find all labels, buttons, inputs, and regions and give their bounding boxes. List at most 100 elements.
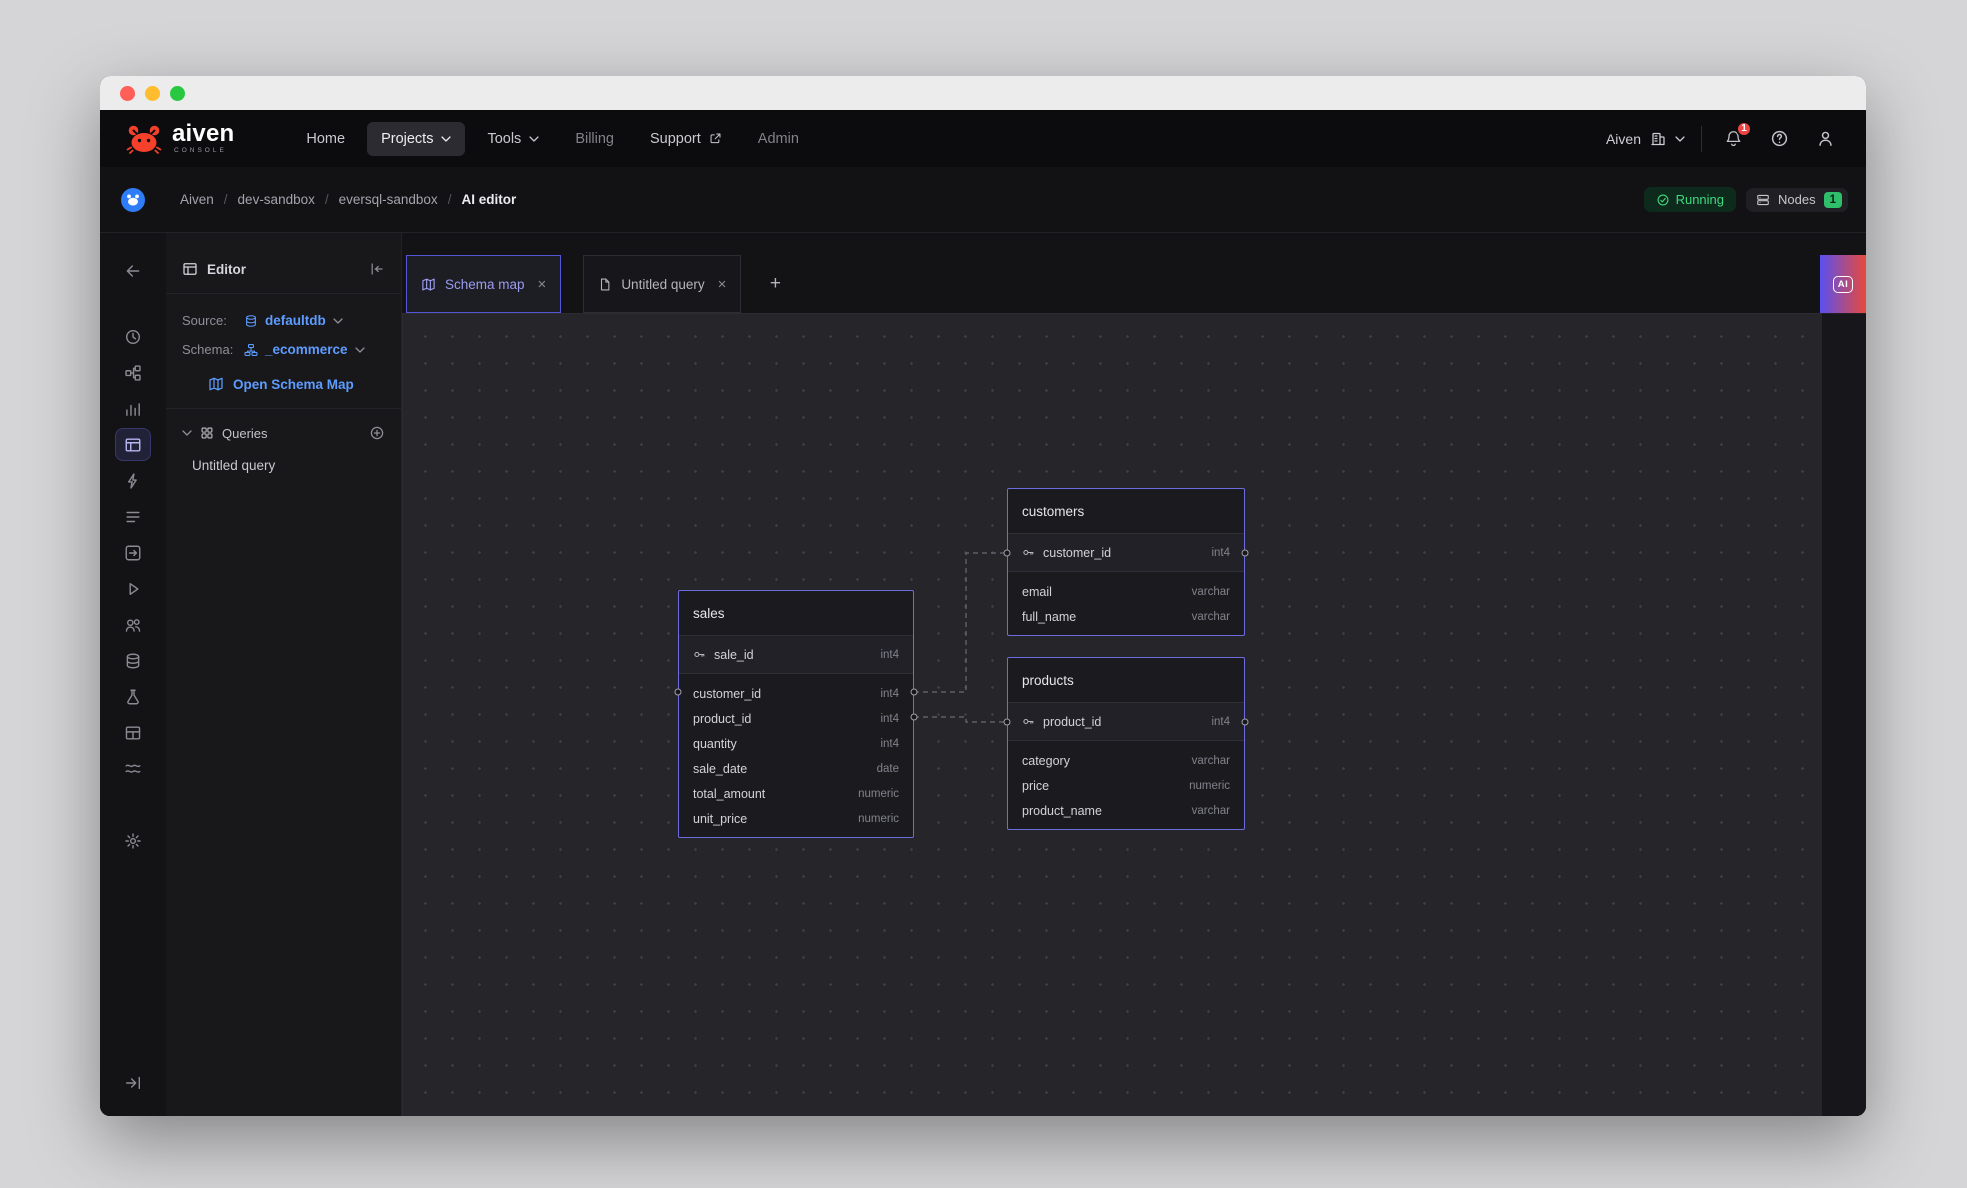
connection-handle[interactable]: [1004, 550, 1011, 557]
chevron-down-icon: [182, 430, 192, 436]
users-icon: [124, 616, 142, 634]
sidebar-icon-query[interactable]: [116, 573, 150, 604]
connection-handle[interactable]: [1004, 719, 1011, 726]
nav-item-admin[interactable]: Admin: [744, 122, 813, 156]
grid-icon: [200, 426, 214, 440]
maximize-window-button[interactable]: [170, 86, 185, 101]
column-name: category: [1022, 754, 1070, 768]
connection-handle[interactable]: [1242, 550, 1249, 557]
collapse-panel-button[interactable]: [369, 261, 385, 277]
help-button[interactable]: [1764, 124, 1794, 154]
connection-handle[interactable]: [911, 714, 918, 721]
breadcrumb-item[interactable]: eversql-sandbox: [339, 192, 438, 207]
column-type: varchar: [1192, 586, 1230, 598]
close-tab-icon[interactable]: ×: [538, 276, 547, 293]
ai-assistant-button[interactable]: AI: [1820, 255, 1866, 313]
open-schema-map-link[interactable]: Open Schema Map: [166, 372, 401, 392]
sidebar-icon-quick[interactable]: [116, 465, 150, 496]
status-badges: Running Nodes 1: [1644, 187, 1848, 212]
table-columns: email varchar full_name varchar: [1008, 572, 1244, 635]
table-pk-row: sale_id int4: [679, 636, 913, 674]
nodes-badge: Nodes 1: [1746, 188, 1848, 212]
close-tab-icon[interactable]: ×: [718, 276, 727, 293]
org-switcher[interactable]: Aiven: [1606, 131, 1685, 147]
chevron-down-icon: [1675, 136, 1685, 142]
sidebar-icon-metrics[interactable]: [116, 393, 150, 424]
database-icon: [244, 314, 258, 328]
back-button[interactable]: [116, 255, 150, 286]
queries-collapse-button[interactable]: [182, 430, 192, 436]
nav-item-billing[interactable]: Billing: [561, 122, 628, 156]
expand-sidebar-button[interactable]: [116, 1067, 150, 1098]
arrow-left-icon: [124, 262, 142, 280]
query-list-item[interactable]: Untitled query: [166, 451, 401, 480]
breadcrumb-item[interactable]: Aiven: [180, 192, 214, 207]
tab-schema-map[interactable]: Schema map ×: [406, 255, 561, 313]
arrow-right-to-bar-icon: [124, 1074, 142, 1092]
table-column-row: category varchar: [1008, 748, 1244, 773]
column-type: numeric: [858, 813, 899, 825]
user-menu-button[interactable]: [1810, 124, 1840, 154]
project-avatar[interactable]: [121, 188, 145, 212]
new-tab-button[interactable]: +: [755, 255, 795, 313]
nodes-count: 1: [1824, 192, 1842, 208]
table-column-row: sale_date date: [679, 756, 913, 781]
brand-name: aiven: [172, 122, 234, 146]
main-area: Editor Source: defaultdb Schema: _ecomme…: [100, 233, 1866, 1116]
ai-icon: AI: [1833, 276, 1854, 293]
column-type: varchar: [1192, 805, 1230, 817]
editor-panel-header: Editor: [166, 233, 401, 294]
list-icon: [124, 508, 142, 526]
settings-button[interactable]: [116, 825, 150, 856]
tab-untitled-query[interactable]: Untitled query ×: [583, 255, 741, 313]
column-type: int4: [880, 713, 899, 725]
tab-label: Schema map: [445, 277, 525, 292]
breadcrumb-separator: /: [325, 192, 329, 207]
breadcrumb-separator: /: [448, 192, 452, 207]
source-select[interactable]: defaultdb: [244, 313, 343, 328]
collapse-left-icon: [369, 261, 385, 277]
column-type: int4: [880, 688, 899, 700]
sidebar-icon-users[interactable]: [116, 609, 150, 640]
sidebar-icon-pools[interactable]: [116, 537, 150, 568]
table-node-sales[interactable]: sales sale_id int4 customer_id int4: [678, 590, 914, 838]
table-node-customers[interactable]: customers customer_id int4 email varchar: [1007, 488, 1245, 636]
schema-map-canvas[interactable]: sales sale_id int4 customer_id int4: [402, 313, 1822, 1116]
editor-panel-icon: [182, 261, 198, 277]
aiven-logo[interactable]: aiven CONSOLE: [126, 122, 234, 155]
sidebar-icon-services[interactable]: [116, 357, 150, 388]
nav-item-label: Home: [306, 131, 345, 147]
running-label: Running: [1676, 192, 1724, 207]
breadcrumb-bar: Aiven / dev-sandbox / eversql-sandbox / …: [100, 167, 1866, 233]
add-query-button[interactable]: [369, 425, 385, 441]
table-node-products[interactable]: products product_id int4 category varcha…: [1007, 657, 1245, 830]
column-name: sale_id: [714, 648, 754, 662]
nav-item-label: Projects: [381, 131, 433, 147]
schema-label: Schema:: [182, 342, 234, 357]
sidebar-icon-backups[interactable]: [116, 681, 150, 712]
connection-handle[interactable]: [911, 689, 918, 696]
notifications-button[interactable]: 1: [1718, 124, 1748, 154]
sidebar-icon-streams[interactable]: [116, 753, 150, 784]
nav-right: Aiven 1: [1606, 124, 1840, 154]
column-type: date: [877, 763, 899, 775]
sidebar-icon-editor[interactable]: [116, 429, 150, 460]
nav-item-home[interactable]: Home: [292, 122, 359, 156]
sidebar-icon-tables[interactable]: [116, 717, 150, 748]
sidebar-icon-databases[interactable]: [116, 645, 150, 676]
connection-handle[interactable]: [1242, 719, 1249, 726]
sidebar-icon-overview[interactable]: [116, 321, 150, 352]
breadcrumb-item[interactable]: dev-sandbox: [238, 192, 315, 207]
connection-handle[interactable]: [675, 689, 682, 696]
nav-item-tools[interactable]: Tools: [473, 122, 553, 156]
nav-item-support[interactable]: Support: [636, 122, 736, 156]
icon-rail: [100, 233, 166, 1116]
nav-item-projects[interactable]: Projects: [367, 122, 465, 156]
minimize-window-button[interactable]: [145, 86, 160, 101]
aiven-crab-icon: [126, 124, 162, 154]
close-window-button[interactable]: [120, 86, 135, 101]
schema-select[interactable]: _ecommerce: [244, 342, 365, 357]
primary-key-icon: [1022, 715, 1035, 728]
column-name: full_name: [1022, 610, 1076, 624]
sidebar-icon-logs[interactable]: [116, 501, 150, 532]
